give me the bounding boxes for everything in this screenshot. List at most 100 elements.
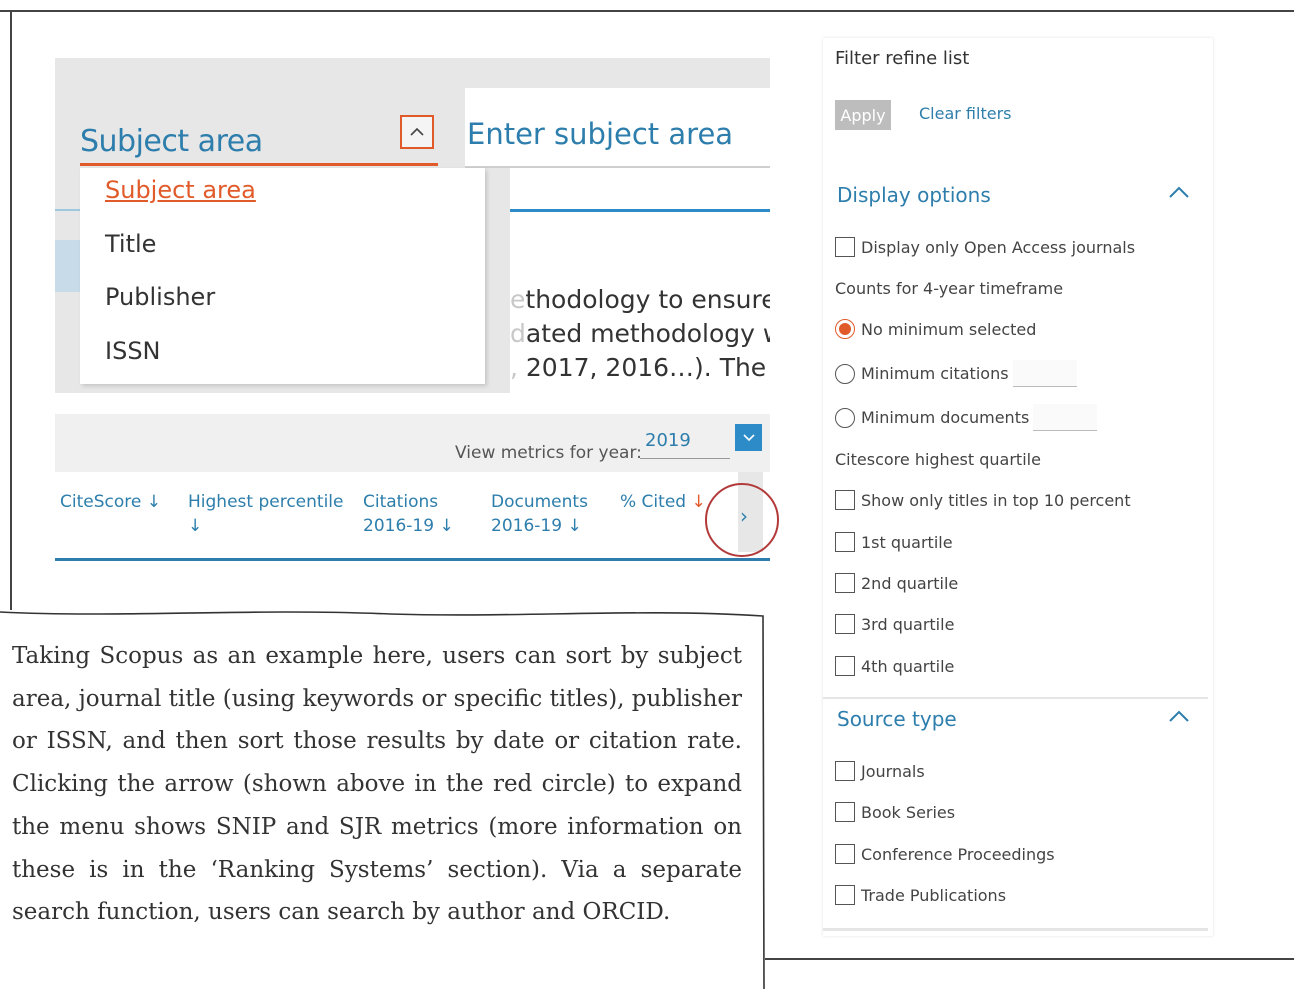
display-options-title[interactable]: Display options (837, 183, 991, 207)
checkbox[interactable] (835, 761, 855, 781)
metrics-year-label: View metrics for year: (455, 443, 642, 463)
checkbox[interactable] (835, 490, 855, 510)
checkbox[interactable] (835, 656, 855, 676)
checkbox[interactable] (835, 573, 855, 593)
frame-top-line (0, 10, 1294, 12)
option-title[interactable]: Title (105, 230, 156, 258)
search-field-underline (80, 163, 438, 166)
checkbox-label: 2nd quartile (861, 573, 959, 593)
counts-label: Counts for 4-year timeframe (835, 279, 1064, 298)
subject-search-input[interactable] (465, 116, 769, 152)
open-access-checkbox-row[interactable]: Display only Open Access journals (835, 237, 1135, 257)
frame-bottom-line (765, 958, 1294, 960)
checkbox-label: Trade Publications (861, 885, 1007, 905)
radio-label: Minimum citations (861, 364, 1009, 383)
checkbox[interactable] (835, 614, 855, 634)
column-sublabel: 2016-19 (491, 516, 563, 536)
quartile-label: Citescore highest quartile (835, 450, 1041, 469)
radio-label: Minimum documents (861, 408, 1030, 427)
q3-checkbox-row[interactable]: 3rd quartile (835, 614, 954, 634)
tab-chip (55, 240, 80, 292)
radio-label: No minimum selected (861, 319, 1037, 339)
faded-text: d (510, 319, 526, 348)
checkbox-label: 4th quartile (861, 656, 955, 676)
sort-arrow-icon: ↓ (146, 492, 161, 512)
text-line: ated methodology will be (525, 319, 770, 348)
search-field-dropdown: Subject area Title Publisher ISSN (80, 168, 485, 384)
column-citations[interactable]: Citations 2016-19 ↓ (363, 490, 454, 538)
checkbox[interactable] (835, 885, 855, 905)
search-field-label[interactable]: Subject area (80, 124, 263, 159)
clear-filters-link[interactable]: Clear filters (919, 104, 1011, 123)
q2-checkbox-row[interactable]: 2nd quartile (835, 573, 958, 593)
column-citescore[interactable]: CiteScore ↓ (60, 490, 161, 514)
caption-text: Taking Scopus as an example here, users … (12, 643, 742, 926)
top10-checkbox-row[interactable]: Show only titles in top 10 percent (835, 490, 1131, 510)
checkbox-label: Conference Proceedings (861, 844, 1055, 864)
column-label: Highest percentile (188, 492, 344, 512)
column-label: Documents (491, 492, 588, 512)
min-documents-radio-row[interactable]: Minimum documents (835, 404, 1098, 431)
subject-search-box[interactable] (465, 88, 770, 168)
sort-arrow-icon: ↓ (188, 516, 203, 536)
chevron-up-icon[interactable] (1168, 704, 1190, 729)
highlight-circle (705, 483, 779, 557)
frame-left-line (10, 10, 12, 610)
table-header-line (55, 558, 770, 561)
sort-arrow-icon: ↓ (691, 492, 706, 512)
column-highest-percentile[interactable]: Highest percentile ↓ (188, 490, 343, 538)
radio-button[interactable] (835, 363, 855, 384)
q1-checkbox-row[interactable]: 1st quartile (835, 532, 953, 552)
chevron-up-icon[interactable] (400, 115, 434, 149)
scopus-sources-panel: Subject area Subject area Title Publishe… (55, 58, 779, 578)
faded-text: e (510, 285, 526, 314)
no-minimum-radio-row[interactable]: No minimum selected (835, 319, 1036, 339)
metrics-year-value[interactable]: 2019 (645, 430, 691, 451)
option-issn[interactable]: ISSN (105, 337, 161, 365)
top-grey-bar (55, 58, 770, 88)
column-label: % Cited (620, 492, 687, 512)
sort-arrow-icon: ↓ (439, 516, 454, 536)
column-percent-cited[interactable]: % Cited ↓ (620, 490, 706, 514)
checkbox-label: Book Series (861, 802, 956, 822)
panel-bottom-divider (823, 928, 1208, 931)
radio-button[interactable] (835, 319, 855, 339)
column-label: Citations (363, 492, 439, 512)
min-citations-input[interactable] (1012, 360, 1077, 387)
book-series-checkbox-row[interactable]: Book Series (835, 802, 955, 822)
methodology-text: ethodology to ensure a mo dated methodol… (510, 283, 770, 385)
checkbox-label: Show only titles in top 10 percent (861, 490, 1131, 510)
year-underline (640, 458, 730, 459)
trade-checkbox-row[interactable]: Trade Publications (835, 885, 1006, 905)
checkbox-label: Journals (861, 761, 925, 781)
min-citations-radio-row[interactable]: Minimum citations (835, 360, 1077, 387)
column-sublabel: 2016-19 (363, 516, 435, 536)
section-divider (823, 697, 1208, 699)
tab-underline-left (55, 209, 80, 211)
text-line: 2017, 2016…). The previo (525, 353, 770, 382)
checkbox[interactable] (835, 844, 855, 864)
column-label: CiteScore (60, 492, 142, 512)
source-type-title[interactable]: Source type (837, 707, 957, 731)
radio-button[interactable] (835, 407, 855, 428)
checkbox[interactable] (835, 802, 855, 822)
chevron-down-icon[interactable] (735, 424, 762, 451)
option-publisher[interactable]: Publisher (105, 283, 215, 311)
filter-title: Filter refine list (835, 48, 970, 69)
q4-checkbox-row[interactable]: 4th quartile (835, 656, 954, 676)
text-line: thodology to ensure a mo (525, 285, 770, 314)
chevron-up-icon[interactable] (1168, 180, 1190, 205)
conference-checkbox-row[interactable]: Conference Proceedings (835, 844, 1055, 864)
checkbox-label: Display only Open Access journals (861, 237, 1136, 257)
apply-button[interactable]: Apply (835, 100, 891, 130)
checkbox[interactable] (835, 237, 855, 257)
option-subject-area[interactable]: Subject area (105, 176, 256, 204)
checkbox-label: 1st quartile (861, 532, 953, 552)
faded-text: , (510, 353, 518, 382)
min-documents-input[interactable] (1033, 404, 1098, 431)
checkbox-label: 3rd quartile (861, 614, 955, 634)
tab-underline (510, 209, 770, 212)
checkbox[interactable] (835, 532, 855, 552)
journals-checkbox-row[interactable]: Journals (835, 761, 925, 781)
column-documents[interactable]: Documents 2016-19 ↓ (491, 490, 588, 538)
